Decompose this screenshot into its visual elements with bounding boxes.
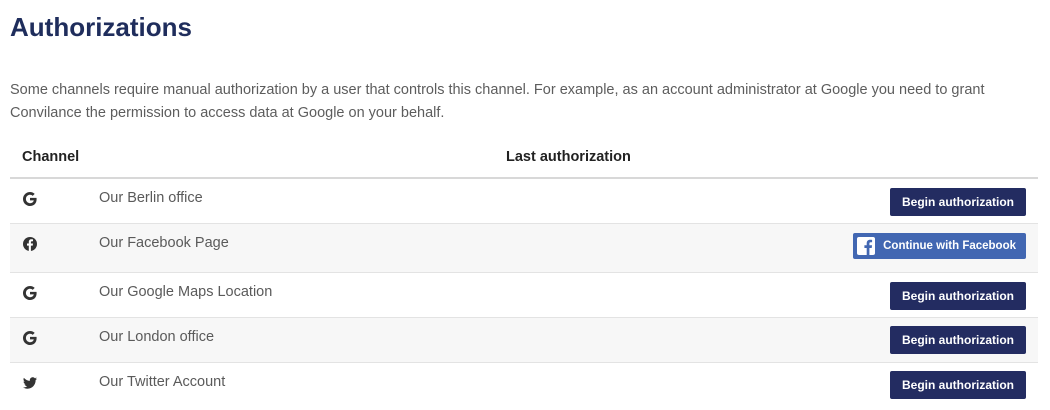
twitter-icon bbox=[22, 375, 38, 391]
google-icon bbox=[22, 330, 38, 346]
page-title: Authorizations bbox=[10, 12, 192, 42]
table-row: Our London office Begin authorization bbox=[10, 318, 1038, 363]
facebook-icon bbox=[22, 236, 38, 252]
channel-name: Our London office bbox=[99, 329, 215, 345]
begin-authorization-button[interactable]: Begin authorization bbox=[890, 371, 1026, 399]
google-icon bbox=[22, 191, 38, 207]
begin-authorization-button[interactable]: Begin authorization bbox=[890, 326, 1026, 354]
channel-name: Our Google Maps Location bbox=[99, 284, 273, 300]
continue-with-facebook-button[interactable]: Continue with Facebook bbox=[853, 233, 1026, 259]
channel-name: Our Twitter Account bbox=[99, 374, 226, 390]
google-icon bbox=[22, 285, 38, 301]
table-row: Our Berlin office Begin authorization bbox=[10, 179, 1038, 224]
facebook-logo-icon bbox=[857, 237, 876, 255]
table-row: Our Facebook Page Continue with Facebook bbox=[10, 224, 1038, 273]
header-last-authorization: Last authorization bbox=[506, 149, 631, 165]
header-channel: Channel bbox=[22, 149, 80, 165]
begin-authorization-button[interactable]: Begin authorization bbox=[890, 188, 1026, 216]
begin-authorization-button[interactable]: Begin authorization bbox=[890, 282, 1026, 310]
facebook-button-label: Continue with Facebook bbox=[883, 240, 1016, 252]
intro-text: Some channels require manual authorizati… bbox=[10, 82, 985, 121]
table-row: Our Twitter Account Begin authorization bbox=[10, 363, 1038, 409]
channel-name: Our Berlin office bbox=[99, 190, 203, 206]
table-row: Our Google Maps Location Begin authoriza… bbox=[10, 273, 1038, 318]
channel-name: Our Facebook Page bbox=[99, 235, 229, 251]
authorizations-table: Channel Last authorization Our Berlin of… bbox=[10, 136, 1038, 409]
table-header: Channel Last authorization bbox=[10, 136, 1038, 179]
